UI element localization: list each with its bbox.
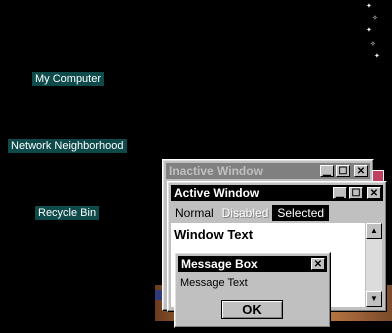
message-text: Message Text — [180, 277, 248, 289]
maximize-icon: ☐ — [338, 166, 348, 177]
minimize-button[interactable]: ▁ — [320, 165, 334, 177]
menu-item-disabled: Disabled — [221, 205, 269, 220]
inactive-window-titlebar[interactable]: Inactive Window ▁ ☐ ✕ — [166, 163, 370, 179]
minimize-button[interactable]: ▁ — [333, 187, 347, 199]
desktop-icon-my-computer[interactable]: My Computer — [32, 72, 105, 86]
desktop-icon-label: Recycle Bin — [38, 207, 97, 219]
menu-item-normal[interactable]: Normal — [171, 206, 218, 220]
scroll-up-icon: ▲ — [370, 226, 378, 235]
sparkle-icon: ✦ — [374, 53, 380, 60]
sparkle-icon: ✧ — [372, 15, 378, 22]
message-box-titlebar[interactable]: Message Box ✕ — [178, 256, 327, 272]
close-icon: ✕ — [369, 188, 379, 199]
close-button[interactable]: ✕ — [311, 258, 325, 270]
desktop-icon-recycle-bin[interactable]: Recycle Bin — [35, 206, 100, 220]
close-icon: ✕ — [313, 259, 323, 270]
sparkle-icon: ✦ — [366, 27, 372, 34]
message-box[interactable]: Message Box ✕ Message Text OK — [174, 252, 331, 328]
maximize-button[interactable]: ☐ — [349, 187, 363, 199]
close-button[interactable]: ✕ — [367, 187, 381, 199]
desktop-icon-label: Network Neighborhood — [11, 140, 124, 152]
maximize-button[interactable]: ☐ — [336, 165, 350, 177]
close-icon: ✕ — [356, 166, 366, 177]
scroll-up-button[interactable]: ▲ — [366, 223, 382, 239]
menu-item-selected[interactable]: Selected — [272, 204, 330, 221]
menu-bar: Normal Disabled Selected — [171, 204, 330, 221]
active-window-title: Active Window — [174, 186, 260, 200]
ok-button-label: OK — [242, 302, 262, 317]
ok-button[interactable]: OK — [221, 300, 283, 319]
sparkle-icon: ✧ — [370, 41, 376, 48]
message-box-title: Message Box — [181, 257, 258, 271]
minimize-icon: ▁ — [323, 166, 331, 177]
close-button[interactable]: ✕ — [354, 165, 368, 177]
minimize-icon: ▁ — [336, 188, 344, 199]
window-text: Window Text — [174, 227, 254, 242]
vertical-scrollbar[interactable]: ▲ ▼ — [366, 223, 382, 307]
desktop-icon-network-neighborhood[interactable]: Network Neighborhood — [8, 139, 127, 153]
sparkle-icon: ✦ — [366, 3, 372, 10]
active-window-titlebar[interactable]: Active Window ▁ ☐ ✕ — [171, 185, 383, 201]
desktop-icon-label: My Computer — [35, 73, 102, 85]
scroll-down-icon: ▼ — [370, 294, 378, 303]
maximize-icon: ☐ — [351, 188, 361, 199]
inactive-window-title: Inactive Window — [169, 164, 263, 178]
scroll-down-button[interactable]: ▼ — [366, 291, 382, 307]
